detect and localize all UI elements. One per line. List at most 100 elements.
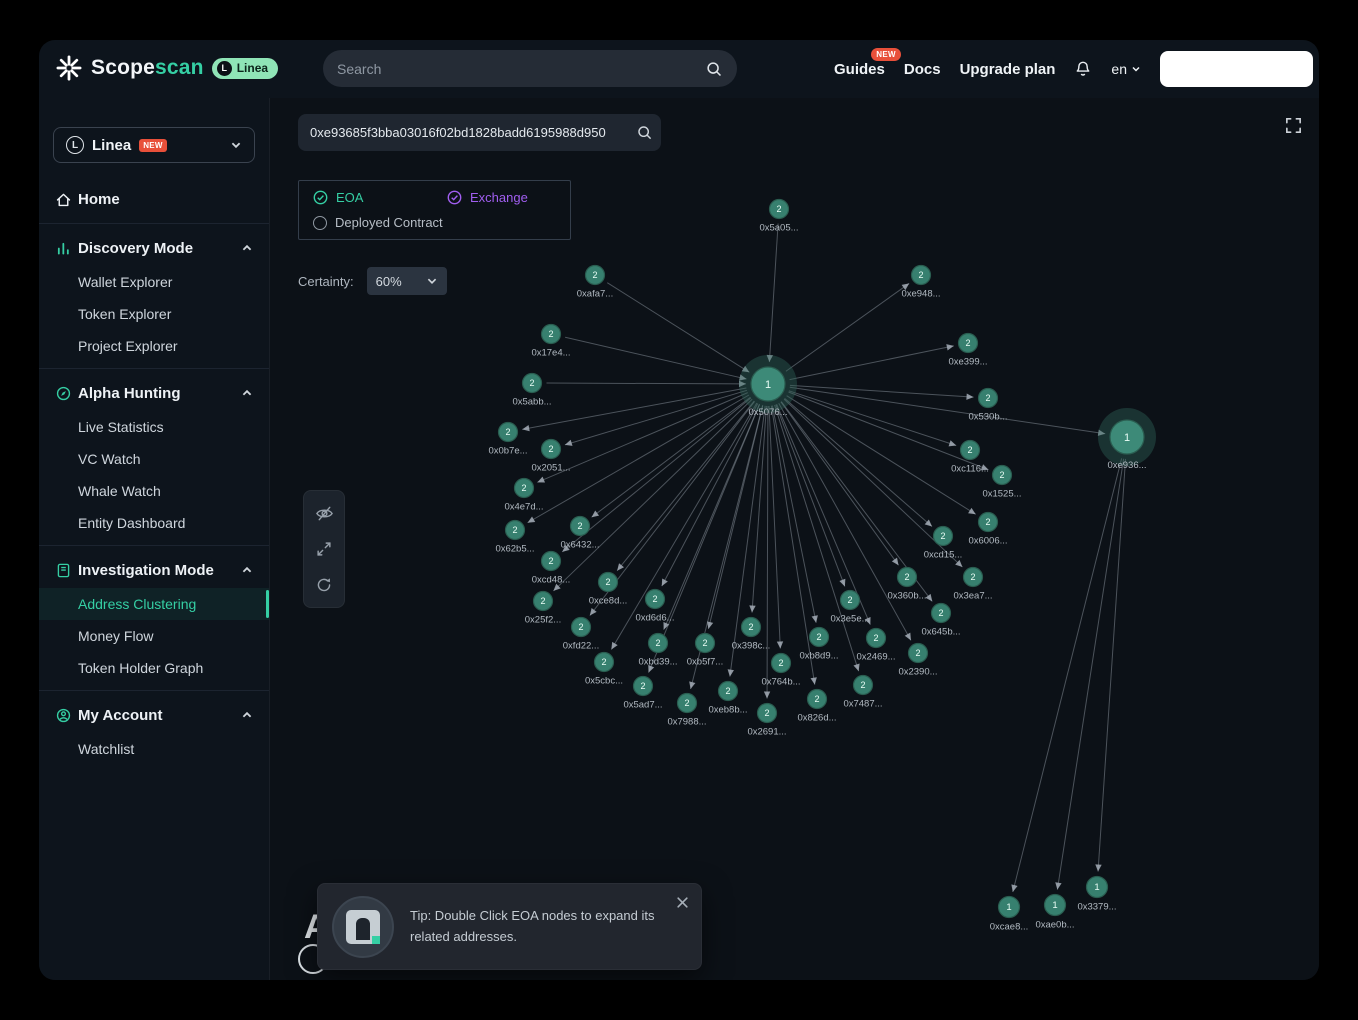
graph-node[interactable]: 20x5ad7...	[623, 677, 662, 711]
search-icon[interactable]	[636, 124, 653, 141]
sidebar-item-project-explorer[interactable]: Project Explorer	[39, 330, 269, 362]
graph-node[interactable]: 20x2051...	[531, 440, 570, 474]
svg-text:1: 1	[1052, 900, 1057, 911]
graph-node[interactable]: 20x7487...	[843, 676, 882, 710]
node-address-label: 0xe399...	[948, 357, 987, 368]
graph-node[interactable]: 20x7988...	[667, 694, 706, 728]
node-address-label: 0x398c...	[732, 641, 771, 652]
expand-arrows-icon	[315, 540, 333, 558]
graph-node[interactable]: 20x3ea7...	[953, 568, 992, 602]
check-circle-icon	[447, 190, 462, 205]
address-input[interactable]	[310, 125, 631, 140]
node-address-label: 0x6432...	[560, 540, 599, 551]
legend-exchange[interactable]: Exchange	[447, 190, 528, 205]
certainty-select[interactable]: 60%	[367, 267, 447, 295]
node-address-label: 0x7487...	[843, 699, 882, 710]
graph-node[interactable]: 20x5abb...	[512, 374, 551, 408]
brand-logo[interactable]: Scopescan L Linea	[55, 54, 278, 82]
graph-node[interactable]: 20x0b7e...	[488, 423, 527, 457]
search-icon[interactable]	[705, 60, 723, 78]
certainty-control: Certainty: 60%	[298, 267, 447, 295]
sidebar-item-token-explorer[interactable]: Token Explorer	[39, 298, 269, 330]
graph-node[interactable]: 20x5cbc...	[585, 653, 623, 687]
svg-text:2: 2	[548, 329, 553, 339]
sidebar-item-whale-watch[interactable]: Whale Watch	[39, 475, 269, 507]
hide-labels-button[interactable]	[305, 495, 343, 531]
node-address-label: 0xeb8b...	[708, 705, 747, 716]
section-my-account[interactable]: My Account	[39, 697, 269, 733]
sidebar-item-home[interactable]: Home	[39, 181, 269, 217]
graph-node[interactable]: 20xcd48...	[532, 552, 571, 586]
graph-node[interactable]: 20xe948...	[901, 266, 940, 300]
chevron-up-icon	[241, 709, 253, 721]
graph-node[interactable]: 10x3379...	[1077, 877, 1116, 913]
graph-node[interactable]: 20x6006...	[968, 513, 1007, 547]
graph-node[interactable]: 20x62b5...	[495, 521, 534, 555]
graph-node[interactable]: 20x2691...	[747, 704, 786, 738]
section-alpha-hunting[interactable]: Alpha Hunting	[39, 375, 269, 411]
nav-upgrade-plan[interactable]: Upgrade plan	[960, 61, 1056, 78]
graph-node[interactable]: 20xce8d...	[589, 573, 628, 607]
node-address-label: 0xd6d6...	[635, 613, 674, 624]
graph-node[interactable]: 2 0xd6d6...	[635, 590, 674, 624]
section-investigation-mode[interactable]: Investigation Mode	[39, 552, 269, 588]
graph-canvas[interactable]: 10x5076...10xe936...20x5a05...20xafa7...…	[270, 98, 1319, 980]
network-selector[interactable]: L Linea NEW	[53, 127, 255, 163]
sidebar-item-entity-dashboard[interactable]: Entity Dashboard	[39, 507, 269, 539]
legend-eoa[interactable]: EOA	[313, 190, 447, 205]
sidebar-item-watchlist[interactable]: Watchlist	[39, 733, 269, 765]
graph-node[interactable]: 10x5076...	[739, 355, 797, 418]
graph-node[interactable]: 10xae0b...	[1035, 895, 1074, 931]
graph-node[interactable]: 10xcae8...	[990, 897, 1029, 933]
graph-node[interactable]: 20x3e5e...	[830, 591, 869, 625]
graph-node[interactable]: 20x2390...	[898, 644, 937, 678]
close-icon[interactable]	[676, 896, 689, 909]
graph-node[interactable]: 20x398c...	[732, 618, 771, 652]
legend-deployed-contract[interactable]: Deployed Contract	[313, 215, 443, 230]
global-search[interactable]	[323, 50, 737, 87]
section-discovery-mode[interactable]: Discovery Mode	[39, 230, 269, 266]
language-selector[interactable]: en	[1111, 61, 1141, 77]
graph-node[interactable]: 20xb5f7...	[687, 634, 723, 668]
sidebar-nav: Home Discovery Mode Wallet Explorer Toke…	[39, 181, 269, 765]
graph-node[interactable]: 10xe936...	[1098, 408, 1156, 471]
sidebar-item-token-holder-graph[interactable]: Token Holder Graph	[39, 652, 269, 684]
graph-node[interactable]: 20x25f2...	[525, 592, 561, 626]
search-input[interactable]	[337, 61, 705, 77]
graph-node[interactable]: 20x826d...	[797, 690, 836, 724]
graph-node[interactable]: 20xfd22...	[563, 618, 599, 652]
nav-guides[interactable]: GuidesNEW	[834, 61, 885, 78]
sidebar-item-address-clustering[interactable]: Address Clustering	[39, 588, 269, 620]
notifications-bell-icon[interactable]	[1074, 60, 1092, 78]
graph-node[interactable]: 20x2469...	[856, 629, 895, 663]
chevron-down-icon	[230, 139, 242, 151]
header-action-button[interactable]	[1160, 51, 1313, 87]
refresh-button[interactable]	[305, 567, 343, 603]
graph-node[interactable]: 20x4e7d...	[504, 479, 543, 513]
scopescan-logo-icon	[55, 54, 83, 82]
sidebar-item-vc-watch[interactable]: VC Watch	[39, 443, 269, 475]
tip-card: Tip: Double Click EOA nodes to expand it…	[317, 883, 702, 970]
divider	[39, 690, 269, 691]
graph-node[interactable]: 20xeb8b...	[708, 682, 747, 716]
journal-icon	[55, 562, 72, 579]
svg-text:2: 2	[652, 594, 657, 604]
graph-node[interactable]: 20xbd39...	[638, 634, 677, 668]
address-search-box[interactable]	[298, 114, 661, 151]
graph-node[interactable]: 20xcd15...	[924, 527, 963, 561]
sidebar-item-money-flow[interactable]: Money Flow	[39, 620, 269, 652]
divider	[39, 368, 269, 369]
fit-view-button[interactable]	[305, 531, 343, 567]
fullscreen-button[interactable]	[1284, 116, 1303, 135]
graph-node[interactable]: 20x360b...	[887, 568, 926, 602]
graph-node[interactable]: 20x17e4...	[531, 325, 570, 359]
nav-docs[interactable]: Docs	[904, 61, 941, 78]
sidebar-item-wallet-explorer[interactable]: Wallet Explorer	[39, 266, 269, 298]
graph-node[interactable]: 20xb8d9...	[799, 628, 838, 662]
graph-node[interactable]: 20x6432...	[560, 517, 599, 551]
graph-node[interactable]: 20x645b...	[921, 604, 960, 638]
graph-node[interactable]: 20x5a05...	[759, 200, 798, 234]
graph-node[interactable]: 20xe399...	[948, 334, 987, 368]
sidebar-item-live-statistics[interactable]: Live Statistics	[39, 411, 269, 443]
graph-node[interactable]: 20x530b...	[968, 389, 1007, 423]
